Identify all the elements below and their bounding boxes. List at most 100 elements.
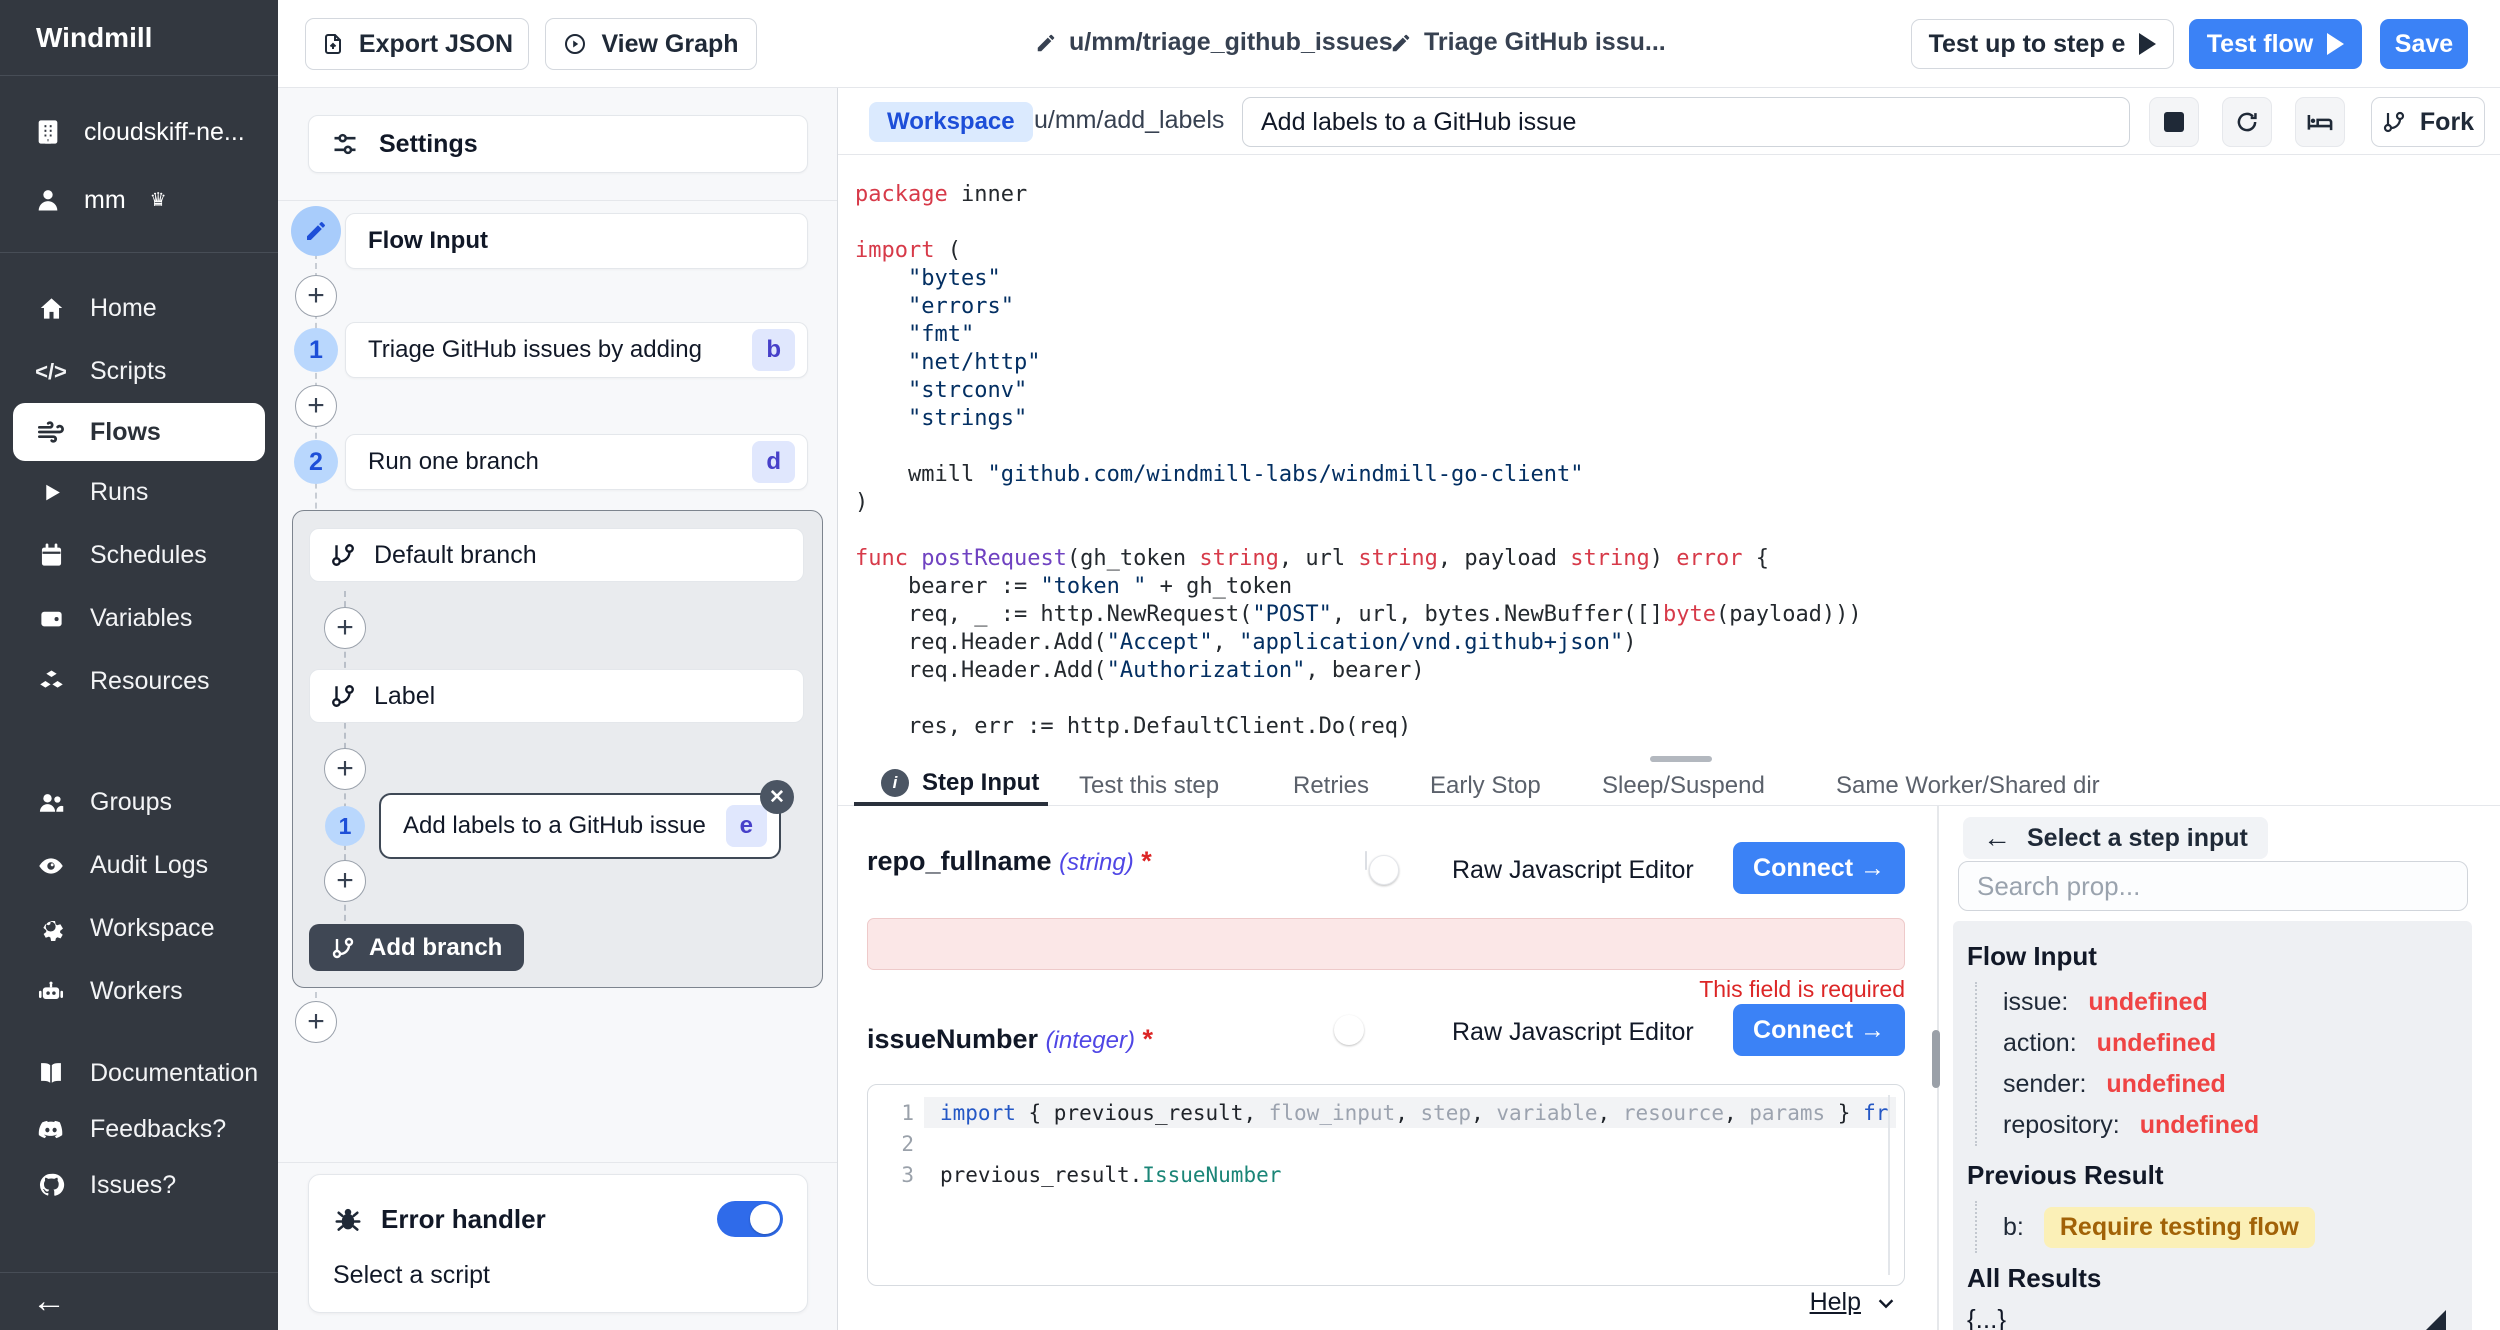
field-error: This field is required (838, 976, 1905, 1003)
branch-container: Default branch + Label + 1 Add labels to… (292, 510, 823, 988)
sidebar-item-flows[interactable]: Flows (13, 403, 265, 461)
raw-js-toggle[interactable] (1365, 851, 1367, 870)
sidebar-nav-admin: Groups Audit Logs Workspace Workers (0, 771, 278, 1023)
sidebar-item-documentation[interactable]: Documentation (0, 1045, 278, 1101)
connect-button[interactable]: Connect → (1733, 1004, 1905, 1056)
tab-early-stop[interactable]: Early Stop (1430, 772, 1541, 800)
eye-icon (36, 852, 66, 880)
step-summary-input[interactable] (1242, 97, 2130, 147)
play-icon (2327, 33, 2344, 55)
all-results-json[interactable]: {...} (1967, 1304, 2458, 1330)
info-icon: i (881, 769, 909, 797)
context-entry[interactable]: repository:undefined (2003, 1105, 2458, 1146)
context-entry[interactable]: sender:undefined (2003, 1064, 2458, 1105)
context-entry[interactable]: action:undefined (2003, 1023, 2458, 1064)
user-menu[interactable]: mm ♛ (0, 178, 278, 222)
help-link[interactable]: Help (1810, 1288, 1897, 1317)
error-handler-card: Error handler Select a script (308, 1174, 808, 1313)
test-flow-button[interactable]: Test flow (2189, 19, 2362, 69)
sidebar-item-schedules[interactable]: Schedules (0, 524, 278, 587)
editor-guide-line (1888, 1095, 1890, 1275)
horizontal-scrollbar[interactable] (1650, 756, 1712, 762)
add-step-button[interactable]: + (295, 275, 337, 317)
step-input-form: repo_fullname (string) * Raw Javascript … (838, 806, 1937, 1330)
sidebar-item-audit-logs[interactable]: Audit Logs (0, 834, 278, 897)
sidebar-item-scripts[interactable]: </> Scripts (0, 340, 278, 403)
sidebar-nav-main: Home </> Scripts Flows Runs Schedules Va… (0, 253, 278, 713)
save-button[interactable]: Save (2380, 19, 2468, 69)
tab-same-worker[interactable]: Same Worker/Shared dir (1836, 772, 2100, 800)
flow-input-edit-icon[interactable] (291, 206, 341, 256)
add-step-button[interactable]: + (295, 1001, 337, 1043)
flow-input-node[interactable]: Flow Input (345, 213, 808, 269)
gear-icon (36, 915, 66, 943)
sidebar-item-runs[interactable]: Runs (0, 461, 278, 524)
search-prop-input[interactable] (1958, 861, 2468, 911)
script-path[interactable]: u/mm/add_labels (1034, 106, 1224, 135)
flow-step-node[interactable]: Run one branch d (345, 434, 808, 490)
error-handler-toggle[interactable] (717, 1201, 783, 1237)
label-branch-node[interactable]: Label (309, 669, 804, 723)
tab-step-input[interactable]: i Step Input (881, 769, 1039, 797)
flow-path-breadcrumb[interactable]: u/mm/triage_github_issues (1035, 28, 1393, 57)
repo-fullname-input[interactable] (867, 918, 1905, 970)
workspace-badge: Workspace (869, 102, 1033, 142)
boxes-icon (36, 668, 66, 695)
sidebar-item-feedbacks[interactable]: Feedbacks? (0, 1101, 278, 1157)
sidebar-item-workspace[interactable]: Workspace (0, 897, 278, 960)
sidebar-item-resources[interactable]: Resources (0, 650, 278, 713)
flow-input-section-title[interactable]: Flow Input (1967, 941, 2458, 972)
error-handler-script[interactable]: Select a script (333, 1261, 783, 1290)
robot-icon (36, 978, 66, 1006)
tab-test-this-step[interactable]: Test this step (1079, 772, 1219, 800)
bed-icon (2306, 108, 2334, 136)
sidebar-item-workers[interactable]: Workers (0, 960, 278, 1023)
code-editor[interactable]: package inner import ( "bytes" "errors" … (838, 155, 2500, 765)
default-branch-node[interactable]: Default branch (309, 528, 804, 582)
add-branch-button[interactable]: Add branch (309, 924, 524, 971)
export-json-button[interactable]: Export JSON (305, 18, 529, 70)
view-graph-button[interactable]: View Graph (545, 18, 757, 70)
previous-result-section-title[interactable]: Previous Result (1967, 1160, 2458, 1191)
step-number: 1 (325, 806, 365, 846)
bug-icon (333, 1204, 363, 1234)
add-step-button[interactable]: + (324, 748, 366, 790)
sidebar-item-home[interactable]: Home (0, 277, 278, 340)
workspace-switcher[interactable]: cloudskiff-ne... (0, 110, 278, 154)
resize-handle[interactable] (2426, 1310, 2446, 1330)
book-icon (36, 1059, 66, 1087)
close-icon[interactable]: ✕ (760, 780, 794, 814)
js-expression-editor[interactable]: 1import { previous_result, flow_input, s… (867, 1084, 1905, 1286)
test-up-to-step-button[interactable]: Test up to step e (1911, 19, 2174, 69)
sidebar-nav-help: Documentation Feedbacks? Issues? (0, 1045, 278, 1213)
connect-button[interactable]: Connect → (1733, 842, 1905, 894)
fork-button[interactable]: Fork (2371, 97, 2485, 147)
sidebar-collapse[interactable]: ← (0, 1272, 278, 1330)
add-step-button[interactable]: + (324, 860, 366, 902)
context-entry[interactable]: b: Require testing flow (2003, 1201, 2458, 1253)
tab-sleep-suspend[interactable]: Sleep/Suspend (1602, 772, 1765, 800)
add-step-button[interactable]: + (295, 385, 337, 427)
flow-step-node[interactable]: Triage GitHub issues by adding labels ..… (345, 322, 808, 378)
sidebar-item-variables[interactable]: Variables (0, 587, 278, 650)
wind-icon (36, 418, 66, 446)
flow-settings-button[interactable]: Settings (308, 115, 808, 173)
sidebar-item-issues[interactable]: Issues? (0, 1157, 278, 1213)
git-branch-icon (330, 542, 356, 568)
tab-retries[interactable]: Retries (1293, 772, 1369, 800)
refresh-icon (2234, 109, 2260, 135)
vertical-scrollbar[interactable] (1932, 1030, 1940, 1088)
flow-summary-breadcrumb[interactable]: Triage GitHub issu... (1390, 28, 1666, 57)
step-editor-header: Workspace u/mm/add_labels Fork (838, 88, 2500, 155)
bed-icon-button[interactable] (2295, 97, 2345, 147)
step-number: 2 (294, 440, 338, 484)
select-step-input-back[interactable]: ← Select a step input (1963, 817, 2268, 859)
context-entry[interactable]: issue:undefined (2003, 982, 2458, 1023)
selected-step-node[interactable]: Add labels to a GitHub issue e ✕ (379, 793, 781, 859)
refresh-button[interactable] (2222, 97, 2272, 147)
all-results-section-title[interactable]: All Results (1967, 1263, 2458, 1294)
sidebar-item-groups[interactable]: Groups (0, 771, 278, 834)
js-code-lines: 1import { previous_result, flow_input, s… (868, 1085, 1904, 1190)
stop-button[interactable] (2149, 97, 2199, 147)
add-step-button[interactable]: + (324, 607, 366, 649)
